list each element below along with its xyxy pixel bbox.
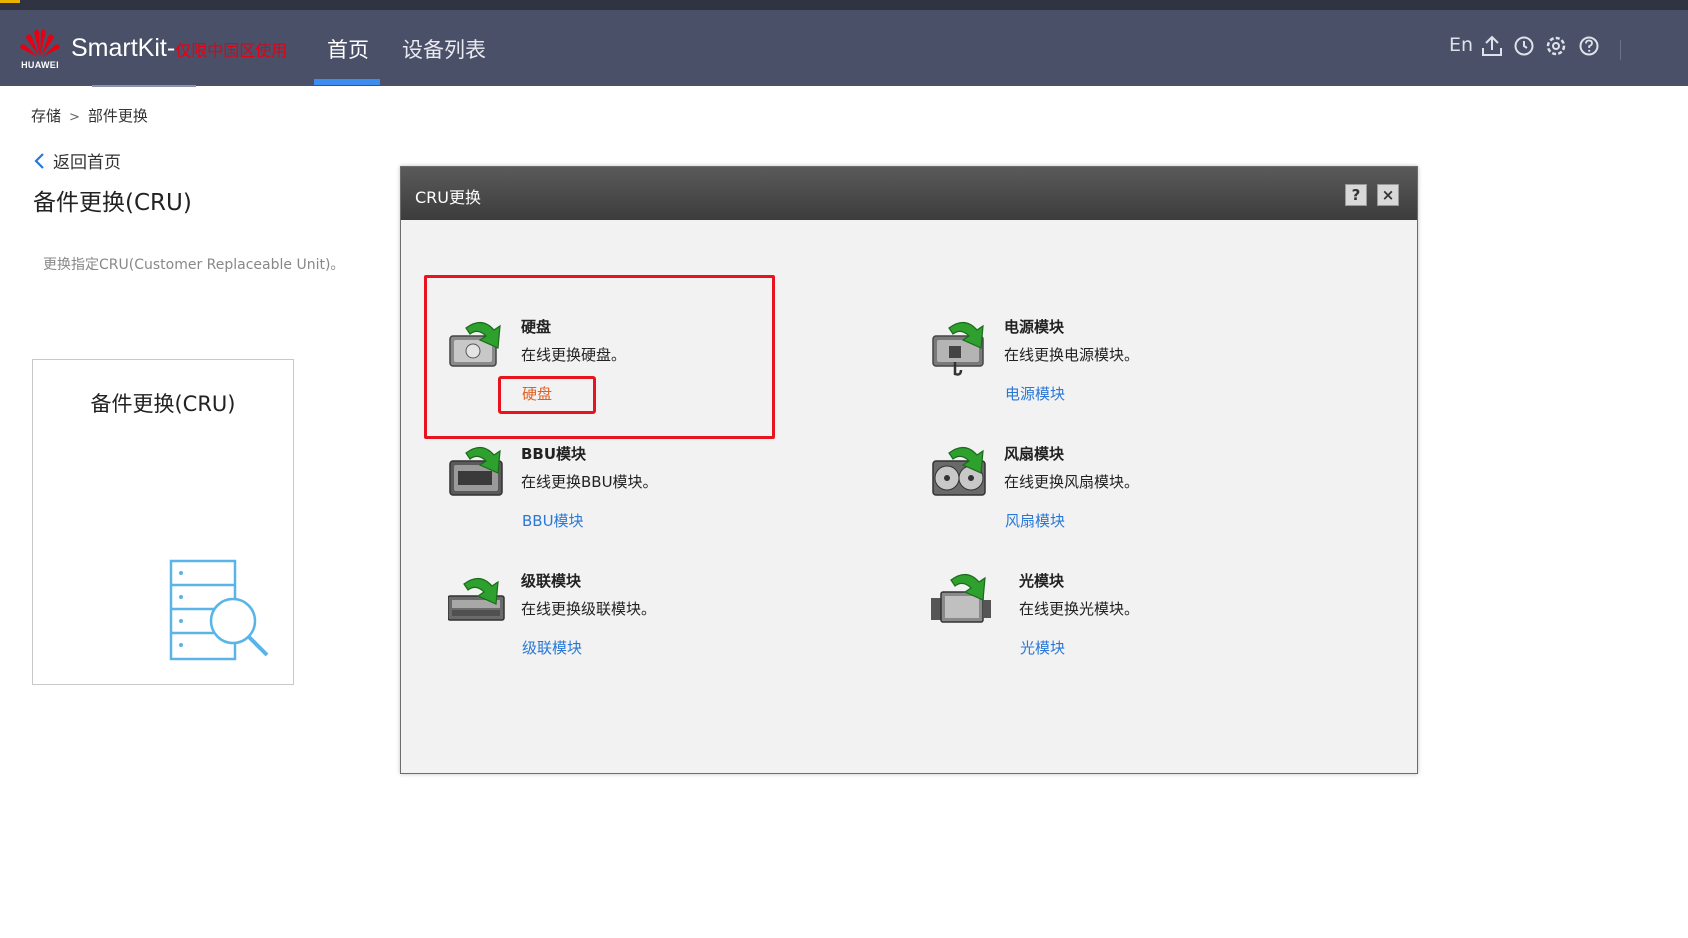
brand-underline bbox=[92, 85, 196, 87]
expansion-module-link[interactable]: 级联模块 bbox=[522, 637, 582, 658]
item-name: 光模块 bbox=[1019, 572, 1065, 590]
top-strip-mark bbox=[0, 0, 20, 3]
bbu-module-replace-icon bbox=[449, 446, 503, 496]
breadcrumb-part-replacement: 部件更换 bbox=[87, 107, 148, 125]
breadcrumb-separator: > bbox=[69, 110, 80, 125]
back-to-home-link[interactable]: 返回首页 bbox=[33, 148, 121, 173]
brand-region-note: 仅限中国区使用 bbox=[175, 43, 288, 60]
item-description: 在线更换光模块。 bbox=[1019, 600, 1140, 618]
page-description: 更换指定CRU(Customer Replaceable Unit)。 bbox=[43, 257, 345, 273]
nav-home[interactable]: 首页 bbox=[327, 34, 369, 64]
power-module-link[interactable]: 电源模块 bbox=[1005, 383, 1065, 404]
huawei-logo-icon bbox=[20, 29, 60, 57]
back-label: 返回首页 bbox=[53, 153, 121, 173]
logo-text: HUAWEI bbox=[21, 60, 59, 70]
settings-icon[interactable] bbox=[1545, 34, 1567, 60]
item-description: 在线更换风扇模块。 bbox=[1004, 473, 1140, 491]
brand-name: SmartKit- bbox=[71, 34, 176, 62]
app-header: HUAWEI SmartKit-仅限中国区使用 首页 设备列表 En bbox=[0, 10, 1688, 87]
item-description: 在线更换级联模块。 bbox=[521, 600, 657, 618]
cru-card[interactable]: 备件更换(CRU) bbox=[32, 359, 294, 685]
nav-device-list[interactable]: 设备列表 bbox=[402, 34, 486, 64]
power-module-replace-icon bbox=[932, 321, 984, 376]
dialog-help-button[interactable]: ? bbox=[1345, 184, 1367, 206]
huawei-logo: HUAWEI bbox=[18, 26, 64, 76]
dialog-close-button[interactable]: × bbox=[1377, 184, 1399, 206]
optical-module-replace-icon bbox=[931, 573, 991, 623]
history-icon[interactable] bbox=[1513, 34, 1535, 60]
fan-module-replace-icon bbox=[932, 446, 986, 496]
bbu-module-link[interactable]: BBU模块 bbox=[522, 510, 584, 531]
fan-module-link[interactable]: 风扇模块 bbox=[1005, 510, 1065, 531]
optical-module-link[interactable]: 光模块 bbox=[1020, 637, 1065, 658]
expansion-module-replace-icon bbox=[448, 577, 505, 621]
dialog-header: CRU更换 ? × bbox=[401, 167, 1417, 220]
item-name: 级联模块 bbox=[521, 572, 582, 590]
help-icon[interactable] bbox=[1578, 34, 1600, 60]
cru-dialog: CRU更换 ? × bbox=[400, 166, 1418, 774]
highlight-box-disk-item bbox=[424, 275, 775, 439]
item-name: BBU模块 bbox=[521, 445, 587, 463]
toolbar-divider bbox=[1620, 40, 1621, 60]
breadcrumb-storage[interactable]: 存储 bbox=[31, 107, 61, 125]
item-description: 在线更换电源模块。 bbox=[1004, 346, 1140, 364]
card-title: 备件更换(CRU) bbox=[90, 392, 236, 416]
highlight-box-disk-link bbox=[498, 376, 596, 414]
item-description: 在线更换BBU模块。 bbox=[521, 473, 658, 491]
dialog-title: CRU更换 bbox=[415, 188, 482, 207]
language-switch[interactable]: En bbox=[1449, 34, 1473, 60]
app-brand: SmartKit-仅限中国区使用 bbox=[71, 34, 287, 63]
page-title: 备件更换(CRU) bbox=[33, 190, 192, 216]
nav-active-indicator bbox=[314, 79, 380, 85]
top-strip bbox=[0, 0, 1688, 10]
upload-icon[interactable] bbox=[1481, 34, 1503, 60]
item-name: 风扇模块 bbox=[1004, 445, 1065, 463]
server-search-icon bbox=[167, 557, 271, 665]
chevron-left-icon bbox=[34, 152, 44, 169]
item-name: 电源模块 bbox=[1004, 318, 1065, 336]
breadcrumb: 存储 > 部件更换 bbox=[31, 105, 148, 126]
